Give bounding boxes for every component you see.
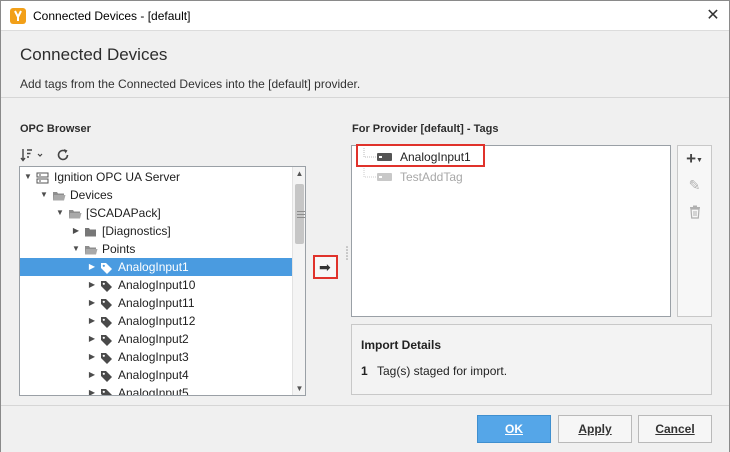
plus-icon: + xyxy=(686,149,696,168)
scroll-thumb[interactable] xyxy=(295,184,305,244)
opc-browser-label: OPC Browser xyxy=(20,123,91,135)
import-count: 1 xyxy=(361,364,368,378)
cancel-button[interactable]: Cancel xyxy=(638,415,712,443)
trash-icon xyxy=(689,205,700,219)
tree-row[interactable]: ▶ AnalogInput12 xyxy=(20,312,292,330)
tag-icon xyxy=(100,369,113,382)
tag-icon xyxy=(100,315,113,328)
tree-row-label: AnalogInput3 xyxy=(118,350,189,364)
pencil-icon: ✎ xyxy=(688,177,701,193)
provider-tags-label: For Provider [default] - Tags xyxy=(352,123,499,135)
arrow-right-icon: ➡ xyxy=(319,259,331,275)
tree-row[interactable]: ▼ [SCADAPack] xyxy=(20,204,292,222)
window-title: Connected Devices - [default] xyxy=(33,9,191,23)
tree-row-label: Ignition OPC UA Server xyxy=(54,170,181,184)
scroll-down-icon[interactable]: ▼ xyxy=(293,382,305,395)
folder-open-icon xyxy=(68,207,82,219)
provider-tags-list[interactable]: AnalogInput1 TestAddTag xyxy=(351,145,671,317)
server-icon xyxy=(36,171,49,184)
tree-row[interactable]: ▼ Devices xyxy=(20,186,292,204)
import-details-title: Import Details xyxy=(361,338,442,352)
dialog-header: Connected Devices Add tags from the Conn… xyxy=(1,32,729,98)
splitter-handle[interactable] xyxy=(345,245,349,261)
expand-right-icon[interactable]: ▶ xyxy=(86,366,98,384)
expand-right-icon[interactable]: ▶ xyxy=(86,258,98,276)
expand-right-icon[interactable]: ▶ xyxy=(86,276,98,294)
dialog-footer: OK Apply Cancel xyxy=(1,405,729,452)
tree-row-label: AnalogInput1 xyxy=(118,260,189,274)
tag-icon xyxy=(100,333,113,346)
refresh-icon[interactable] xyxy=(56,146,72,164)
tree-row[interactable]: ▶ AnalogInput1 xyxy=(20,258,292,276)
expand-right-icon[interactable]: ▶ xyxy=(86,330,98,348)
tree-row[interactable]: ▶ AnalogInput10 xyxy=(20,276,292,294)
tree-row-label: AnalogInput4 xyxy=(118,368,189,382)
tag-icon xyxy=(100,279,113,292)
import-status-text: Tag(s) staged for import. xyxy=(377,364,508,378)
tag-label: TestAddTag xyxy=(400,170,463,184)
tree-row[interactable]: ▶ [Diagnostics] xyxy=(20,222,292,240)
apply-button[interactable]: Apply xyxy=(558,415,632,443)
tree-row-label: AnalogInput11 xyxy=(118,296,195,310)
tree-row[interactable]: ▼ Points xyxy=(20,240,292,258)
tag-icon xyxy=(100,261,113,274)
tree-row-label: AnalogInput5 xyxy=(118,386,189,396)
highlight-annotation xyxy=(356,144,485,167)
ignition-app-icon xyxy=(10,8,26,24)
folder-icon xyxy=(84,225,97,237)
tree-row[interactable]: ▶ AnalogInput3 xyxy=(20,348,292,366)
edit-tag-button[interactable]: ✎ xyxy=(678,177,711,194)
expand-down-icon[interactable]: ▼ xyxy=(38,186,50,204)
tag-tools: +▼ ✎ xyxy=(677,145,712,317)
expand-right-icon[interactable]: ▶ xyxy=(86,348,98,366)
expand-down-icon[interactable]: ▼ xyxy=(54,204,66,222)
tag-icon xyxy=(100,297,113,310)
dialog-window: Connected Devices - [default] ✕ Connecte… xyxy=(0,0,730,452)
tag-item-disabled[interactable]: TestAddTag xyxy=(352,168,670,186)
folder-open-icon xyxy=(52,189,66,201)
expand-right-icon[interactable]: ▶ xyxy=(86,312,98,330)
expand-right-icon[interactable]: ▶ xyxy=(70,222,82,240)
tree-row-label: Points xyxy=(102,242,136,256)
chevron-down-icon: ▼ xyxy=(696,156,703,164)
tree-row-label: AnalogInput2 xyxy=(118,332,189,346)
tree-row-label: [SCADAPack] xyxy=(86,206,161,220)
page-title: Connected Devices xyxy=(20,45,168,64)
add-to-provider-button[interactable]: ➡ xyxy=(313,255,338,279)
tree-row[interactable]: ▼ Ignition OPC UA Server xyxy=(20,168,292,186)
tree-row[interactable]: ▶ AnalogInput2 xyxy=(20,330,292,348)
tag-icon xyxy=(100,351,113,364)
ok-button[interactable]: OK xyxy=(477,415,551,443)
tag-icon xyxy=(100,387,113,395)
tree-row[interactable]: ▶ AnalogInput5 xyxy=(20,384,292,396)
import-details-panel: Import Details 1 Tag(s) staged for impor… xyxy=(351,324,712,395)
folder-open-icon xyxy=(84,243,98,255)
tree-row[interactable]: ▶ AnalogInput4 xyxy=(20,366,292,384)
title-bar: Connected Devices - [default] ✕ xyxy=(1,1,729,31)
opc-tree[interactable]: ▼ Ignition OPC UA Server ▼ Devices ▼ [SCADAPa… xyxy=(19,166,306,396)
tree-row[interactable]: ▶ AnalogInput11 xyxy=(20,294,292,312)
tree-row-label: AnalogInput12 xyxy=(118,314,196,328)
expand-down-icon[interactable]: ▼ xyxy=(22,168,34,186)
tree-row-label: [Diagnostics] xyxy=(102,224,171,238)
page-subtitle: Add tags from the Connected Devices into… xyxy=(20,77,361,91)
tree-row-label: AnalogInput10 xyxy=(118,278,196,292)
expand-right-icon[interactable]: ▶ xyxy=(86,294,98,312)
tree-scrollbar[interactable]: ▲ ▼ xyxy=(292,167,305,395)
scroll-up-icon[interactable]: ▲ xyxy=(293,167,305,180)
expand-down-icon[interactable]: ▼ xyxy=(70,240,82,258)
delete-tag-button[interactable] xyxy=(678,205,711,222)
close-icon[interactable]: ✕ xyxy=(701,5,725,27)
expand-right-icon[interactable]: ▶ xyxy=(86,384,98,395)
tree-row-label: Devices xyxy=(70,188,113,202)
add-tag-button[interactable]: +▼ xyxy=(678,149,711,169)
sort-icon[interactable] xyxy=(20,146,46,164)
